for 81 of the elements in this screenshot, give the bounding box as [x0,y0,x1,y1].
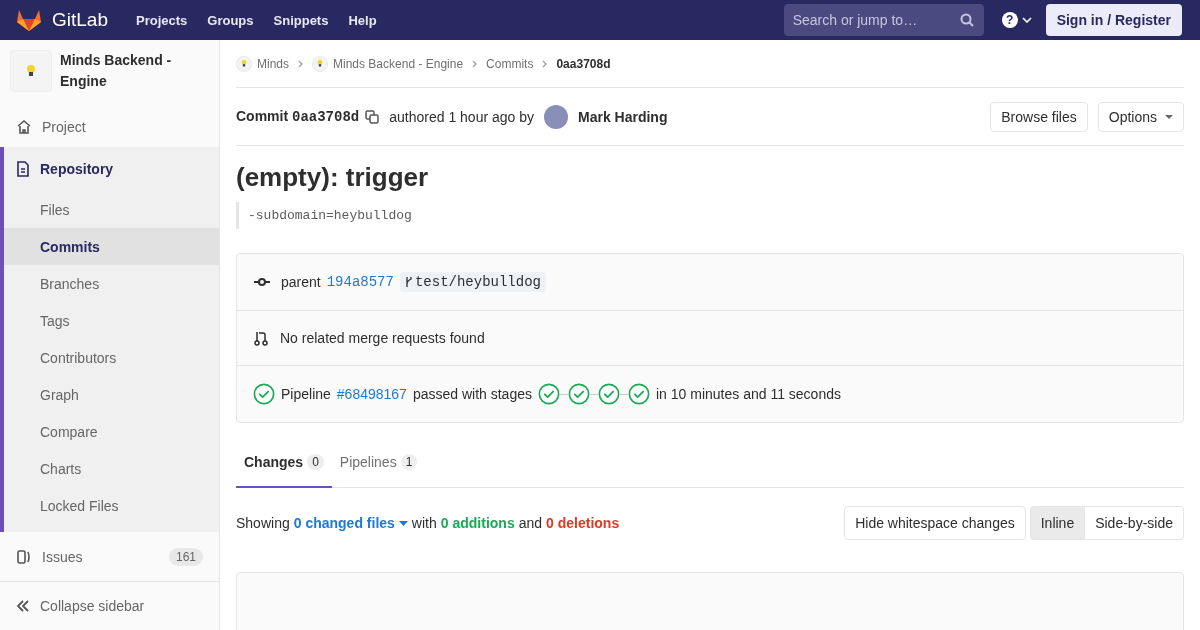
lightbulb-icon [317,59,323,68]
copy-icon[interactable] [365,109,380,124]
sidebar-subitem[interactable]: Locked Files [4,487,219,524]
commit-title: (empty): trigger [236,162,430,192]
deletions-count: 0 deletions [546,515,620,531]
sidebar-subitem[interactable]: Branches [4,265,219,302]
home-icon [16,119,32,135]
sidebar-subitem[interactable]: Compare [4,413,219,450]
sign-in-button[interactable]: Sign in / Register [1045,4,1182,36]
additions-count: 0 additions [440,515,515,531]
authored-text: authored 1 hour ago by [389,108,534,125]
breadcrumb-link[interactable]: Minds Backend - Engine [312,55,464,72]
nav-link[interactable]: Groups [207,12,254,28]
pipeline-label: Pipeline [281,386,331,402]
caret-icon [1165,114,1173,119]
view-mode-button[interactable]: Side-by-side [1085,506,1184,540]
stage-passed-icon[interactable] [628,383,650,405]
nav-link[interactable]: Projects [136,12,188,28]
tab[interactable]: Pipelines 1 [331,437,426,488]
stats-label: Showing [236,515,290,531]
parent-commit-link[interactable]: 194a8577 [326,274,394,290]
count-badge: 1 [400,453,418,470]
lightbulb-icon [241,59,247,68]
collapse-sidebar-button[interactable]: Collapse sidebar [0,582,219,630]
brand-name[interactable]: GitLab [52,9,108,31]
stats-label: and [518,515,543,531]
author-link[interactable]: Mark Harding [578,108,668,125]
chevron-right-icon [472,59,478,68]
sidebar-subitem[interactable]: Files [4,191,219,228]
stats-label: with [411,515,437,531]
commit-description: -subdomain=heybulldog [236,202,1184,229]
pipeline-duration: in 10 minutes and 11 seconds [656,386,841,402]
chevron-right-icon [298,59,303,68]
hide-whitespace-button[interactable]: Hide whitespace changes [844,506,1026,540]
tab[interactable]: Changes 0 [236,437,332,488]
merge-request-icon [253,330,269,346]
pipeline-status-text: passed with stages [412,386,532,402]
sidebar-subitem[interactable]: Commits [4,228,219,265]
document-icon [16,161,30,177]
breadcrumb-link[interactable]: Minds [236,55,289,72]
pipeline-status-icon [253,383,275,405]
nav-link[interactable]: Help [348,12,377,28]
issues-icon [16,548,32,565]
stage-passed-icon[interactable] [598,383,620,405]
sidebar-subitem[interactable]: Charts [4,450,219,487]
stage-passed-icon[interactable] [538,383,560,405]
options-dropdown[interactable]: Options [1097,101,1184,132]
sidebar-item[interactable]: Project [0,107,219,147]
lightbulb-icon [26,64,36,78]
nav-link[interactable]: Snippets [273,12,329,28]
sidebar-subitem[interactable]: Tags [4,302,219,339]
changed-files-dropdown[interactable]: 0 changed files [293,515,408,531]
sidebar-subitem[interactable]: Contributors [4,339,219,376]
branch-icon [404,276,413,288]
sidebar-item[interactable]: Repository [4,147,219,191]
chevron-right-icon [542,59,548,68]
chevron-down-icon [1021,17,1032,23]
parent-label: parent [281,274,321,290]
stage-passed-icon[interactable] [568,383,590,405]
commit-icon [253,277,271,287]
breadcrumb-link[interactable]: 0aa3708d [556,56,611,71]
view-mode-button[interactable]: Inline [1029,506,1086,540]
merge-requests-text: No related merge requests found [280,330,485,346]
breadcrumb-link[interactable]: Commits [486,56,534,71]
count-badge: 0 [307,453,324,470]
user-avatar[interactable] [544,104,568,129]
search-field[interactable]: Search or jump to… [783,4,984,36]
branch-tag[interactable]: test/heybulldog [399,272,546,292]
pipeline-link[interactable]: #68498167 [336,386,407,402]
question-icon: ? [1001,12,1018,28]
count-badge: 161 [168,547,203,566]
commit-heading: Commit 0aa3708d [236,108,360,125]
sidebar-item[interactable]: Issues 161 [0,532,219,582]
caret-icon [398,520,408,526]
browse-files-button[interactable]: Browse files [990,101,1088,132]
project-name[interactable]: Minds Backend - Engine [60,50,209,92]
double-chevron-left-icon [16,599,30,613]
search-icon [959,13,974,27]
help-dropdown[interactable]: ? [1001,12,1032,28]
sidebar-subitem[interactable]: Graph [4,376,219,413]
fox-logo-icon[interactable] [16,8,42,32]
